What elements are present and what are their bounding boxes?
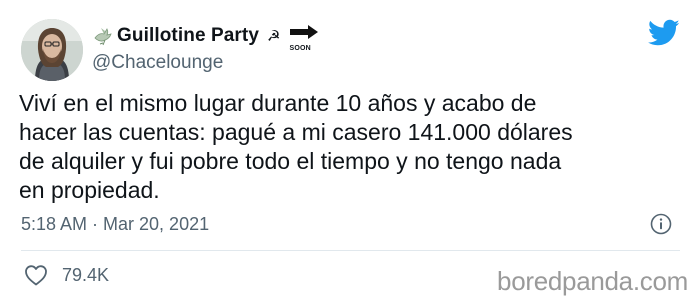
hammer-sickle-icon: ☭: [267, 27, 281, 45]
avatar[interactable]: [21, 19, 83, 81]
avatar-image: [21, 19, 83, 81]
twitter-bird-icon[interactable]: [648, 19, 680, 47]
watermark: boredpanda.com: [497, 266, 688, 296]
like-count: 79.4K: [62, 264, 110, 285]
user-handle[interactable]: @Chacelounge: [92, 52, 630, 74]
right-arrow-icon: [290, 25, 319, 39]
like-action[interactable]: 79.4K: [24, 263, 109, 287]
heart-icon[interactable]: [24, 264, 48, 286]
display-name[interactable]: Guillotine Party: [117, 25, 259, 47]
tweet-timestamp[interactable]: 5:18 AM · Mar 20, 2021: [21, 214, 209, 235]
tweet-card: Guillotine Party ☭ SOON @Chacelounge Viv…: [0, 0, 700, 303]
tweet-text: Viví en el mismo lugar durante 10 años y…: [19, 90, 573, 203]
tweet-header: Guillotine Party ☭ SOON @Chacelounge: [92, 24, 630, 74]
dove-icon: [94, 28, 112, 46]
info-icon[interactable]: [650, 213, 672, 235]
soon-arrow-icon: SOON: [288, 24, 320, 52]
name-row: Guillotine Party ☭ SOON: [92, 24, 630, 52]
soon-label: SOON: [289, 45, 311, 52]
divider: [21, 250, 680, 251]
